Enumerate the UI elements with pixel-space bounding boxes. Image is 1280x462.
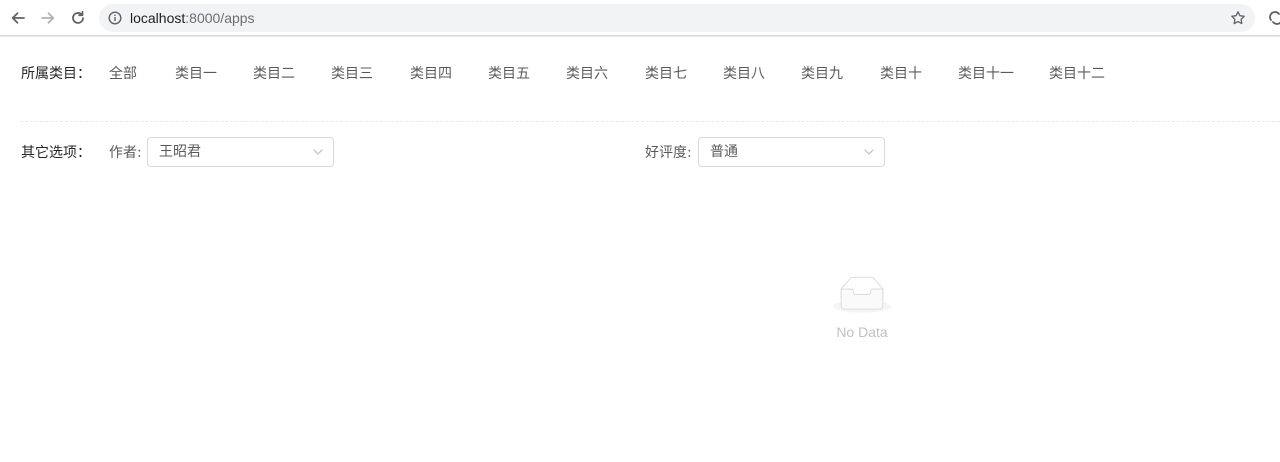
arrow-right-icon xyxy=(41,12,55,24)
star-icon[interactable] xyxy=(1230,10,1246,26)
author-label: 作者: xyxy=(109,145,142,161)
url-text[interactable]: localhost:8000/apps xyxy=(130,4,255,32)
category-tag-1[interactable]: 类目一 xyxy=(175,64,217,84)
author-select-value: 王昭君 xyxy=(159,144,201,160)
category-tag-11[interactable]: 类目十一 xyxy=(958,64,1014,84)
chevron-down-icon xyxy=(864,149,874,155)
category-tag-9[interactable]: 类目九 xyxy=(801,64,843,84)
address-bar[interactable]: localhost:8000/apps xyxy=(99,4,1255,32)
empty-text: No Data xyxy=(836,324,888,340)
category-tag-4[interactable]: 类目四 xyxy=(410,64,452,84)
category-tag-6[interactable]: 类目六 xyxy=(566,64,608,84)
category-row-label: 所属类目： xyxy=(21,66,91,82)
category-tag-10[interactable]: 类目十 xyxy=(880,64,922,84)
other-options-label: 其它选项： xyxy=(21,145,91,161)
forward-button[interactable] xyxy=(36,6,60,30)
category-tag-7[interactable]: 类目七 xyxy=(645,64,687,84)
empty-inbox-icon xyxy=(833,276,891,313)
back-button[interactable] xyxy=(6,6,30,30)
arrow-left-icon xyxy=(11,12,25,24)
rating-label: 好评度: xyxy=(645,145,692,161)
reload-button[interactable] xyxy=(66,6,90,30)
url-path: :8000/apps xyxy=(185,10,255,26)
rating-select-value: 普通 xyxy=(710,144,738,160)
category-tag-3[interactable]: 类目三 xyxy=(331,64,373,84)
filter-divider xyxy=(20,121,1280,122)
rating-select[interactable]: 普通 xyxy=(698,137,885,167)
empty-state: No Data xyxy=(812,274,912,344)
category-tag-2[interactable]: 类目二 xyxy=(253,64,295,84)
url-host: localhost xyxy=(130,10,186,26)
reload-icon xyxy=(72,10,84,24)
info-icon[interactable] xyxy=(108,11,122,25)
author-select[interactable]: 王昭君 xyxy=(147,137,334,167)
chevron-down-icon xyxy=(313,149,323,155)
category-tag-8[interactable]: 类目八 xyxy=(723,64,765,84)
extension-icon[interactable] xyxy=(1268,10,1280,26)
browser-toolbar: localhost:8000/apps xyxy=(0,0,1280,36)
category-tag-5[interactable]: 类目五 xyxy=(488,64,530,84)
category-tag-all[interactable]: 全部 xyxy=(109,64,137,84)
category-tag-12[interactable]: 类目十二 xyxy=(1049,64,1105,84)
